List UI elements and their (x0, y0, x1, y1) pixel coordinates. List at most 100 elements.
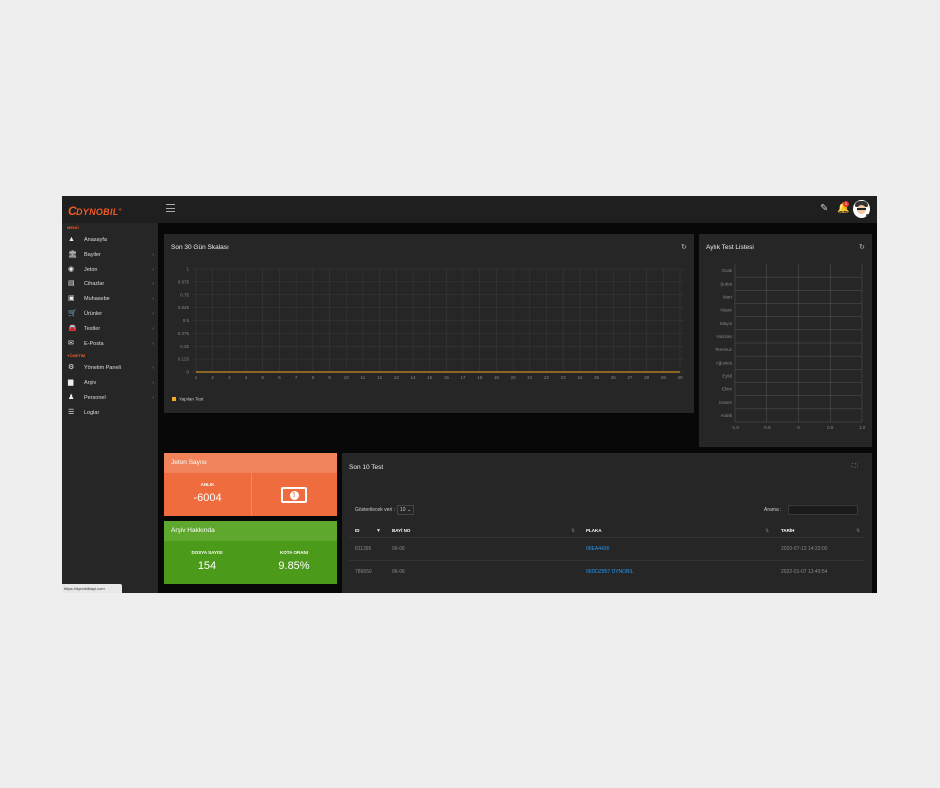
x-tick-label: 29 (661, 375, 667, 380)
y-tick-label: 0.375 (178, 331, 190, 336)
section-menu: MENÜ (67, 225, 79, 230)
category-label: Mart (723, 294, 733, 299)
sidebar-item[interactable]: 🛒 Ürünler ‹ (62, 307, 158, 322)
x-tick-label: 26 (611, 375, 617, 380)
cell-plaka-link[interactable]: 06DDZ857 DYNOBIL (586, 569, 634, 575)
sort-desc-icon[interactable]: ▼ (376, 528, 381, 534)
x-tick-label: 25 (594, 375, 600, 380)
x-tick-label: 4 (245, 375, 248, 380)
x-tick-label: 20 (511, 375, 517, 380)
sidebar-item[interactable]: ☰ Loglar (62, 406, 158, 421)
money-icon: ! (281, 487, 307, 503)
jeton-value: -6004 (193, 492, 222, 504)
chevron-icon: ‹ (152, 394, 154, 401)
x-tick-label: 10 (344, 375, 350, 380)
col-id[interactable]: ID (355, 528, 360, 533)
x-tick-label: 7 (295, 375, 298, 380)
y-tick-label: 0.875 (178, 279, 190, 284)
table-row[interactable]: 811395 06-06 06EA4436 2020-07-13 14:33:00 (349, 537, 864, 559)
y-tick-label: 0.5 (183, 318, 190, 323)
sidebar-item-icon: ▤ (68, 280, 75, 288)
x-tick-label: 16 (444, 375, 450, 380)
x-tick-label: 24 (577, 375, 583, 380)
cell-plaka-link[interactable]: 06EA4436 (586, 546, 609, 552)
y-tick-label: 0.125 (178, 357, 190, 362)
sidebar-item[interactable]: ♟ Personel ‹ (62, 391, 158, 406)
cell-id: 811395 (355, 546, 372, 552)
sidebar-item[interactable]: ▆ Arşiv ‹ (62, 376, 158, 391)
x-tick-label: 0 (797, 425, 800, 430)
category-label: Haziran (716, 334, 732, 339)
sidebar-item[interactable]: ▣ Muhasebe ‹ (62, 292, 158, 307)
x-tick-label: 30 (677, 375, 683, 380)
sidebar-item[interactable]: 🏛 Bayiler ‹ (62, 248, 158, 263)
x-tick-label: 5 (262, 375, 265, 380)
sidebar-item[interactable]: ◉ Jeton ‹ (62, 263, 158, 278)
chevron-icon: ‹ (152, 340, 154, 347)
x-tick-label: 18 (477, 375, 483, 380)
table-row[interactable]: 789650 06-06 06DDZ857 DYNOBIL 2022-01-07 13… (349, 560, 864, 582)
x-tick-label: 28 (644, 375, 650, 380)
sidebar-item-label: Jeton (84, 266, 98, 273)
hamburger-menu-icon[interactable] (166, 204, 175, 212)
sidebar-item-icon: ◉ (68, 265, 75, 273)
recent-tests-title: Son 10 Test (349, 464, 384, 471)
x-tick-label: 23 (561, 375, 567, 380)
x-tick-label: 11 (361, 375, 366, 380)
quota-label: KOTA ORANI (280, 550, 308, 555)
col-bayi[interactable]: BAYİ NO (392, 528, 410, 533)
category-label: Ağustos (716, 360, 733, 365)
col-plaka[interactable]: PLAKA (586, 528, 602, 533)
avatar[interactable] (853, 200, 870, 218)
brand-logo[interactable]: CDYNOBIL® (68, 204, 122, 218)
x-tick-label: 21 (527, 375, 533, 380)
col-tarih[interactable]: TARİH (781, 528, 794, 533)
search-input[interactable] (788, 505, 858, 515)
section-management: YÖNETİM (67, 353, 86, 359)
page-size-select[interactable]: 10 ⌄ (397, 505, 415, 515)
cell-bayi: 06-06 (392, 546, 405, 552)
edit-icon[interactable]: ✎ (820, 203, 828, 214)
sidebar-item-label: Ürünler (84, 310, 103, 317)
y-tick-label: 1 (186, 267, 189, 272)
sidebar-item[interactable]: ▤ Cihazlar ‹ (62, 277, 158, 292)
archive-title: Arşiv Hakkında (164, 521, 337, 541)
sidebar-item-icon: ▆ (68, 379, 74, 387)
x-tick-label: 1 (195, 375, 198, 380)
sidebar-item-label: Testler (84, 325, 101, 332)
x-tick-label: 6 (278, 375, 281, 380)
category-label: Şubat (720, 281, 733, 286)
sort-icon[interactable]: ⇅ (856, 528, 860, 534)
sidebar-item-label: Cihazlar (84, 281, 105, 288)
sidebar-item-label: Loglar (84, 409, 100, 416)
sidebar-item[interactable]: ✉ E-Posta ‹ (62, 337, 158, 352)
sidebar-item[interactable]: ⚙ Yönetim Paneli ‹ (62, 361, 158, 376)
sidebar-item-icon: 🚘 (68, 324, 77, 332)
sidebar-item-label: Bayiler (84, 251, 101, 258)
sidebar-item[interactable]: 🚘 Testler ‹ (62, 322, 158, 337)
x-tick-label: 2 (211, 375, 214, 380)
cell-tarih: 2022-01-07 13:49:54 (781, 569, 828, 575)
sidebar-item-icon: ♟ (68, 393, 75, 401)
monthly-chart: -1.0 -0.5 0 0.5 1.0 Ocak Şubat Mart Nisan Mayıs Ha… (715, 264, 866, 430)
sidebar-item[interactable]: ▲ Anasayfa (62, 233, 158, 248)
category-label: Aralık (720, 413, 732, 418)
y-tick-label: 0 (186, 370, 189, 375)
category-label: Nisan (720, 308, 732, 313)
sidebar-item-icon: ▣ (68, 295, 75, 303)
x-tick-label: 14 (410, 375, 416, 380)
x-tick-label: 19 (494, 375, 500, 380)
x-tick-label: 1.0 (859, 425, 866, 430)
sort-icon[interactable]: ⇅ (765, 528, 769, 534)
sidebar-item-label: Arşiv (84, 380, 97, 387)
app-window: CDYNOBIL® ✎ 🔔 1 MENÜ ▲ Anasayfa 🏛 Bayiler ‹ ◉… (62, 196, 877, 593)
x-tick-label: 13 (394, 375, 400, 380)
y-tick-label: 0.625 (178, 305, 190, 310)
chevron-icon: ‹ (152, 380, 154, 387)
x-tick-label: 17 (461, 375, 467, 380)
sort-icon[interactable]: ⇅ (571, 528, 575, 534)
category-label: Mayıs (720, 321, 733, 326)
archive-card: Arşiv Hakkında DOSYA SAYISI 154 KOTA ORA… (164, 521, 337, 584)
legend-label: Yapılan Test (179, 397, 204, 402)
expand-icon[interactable]: ⛶ ⋮ (852, 463, 858, 469)
